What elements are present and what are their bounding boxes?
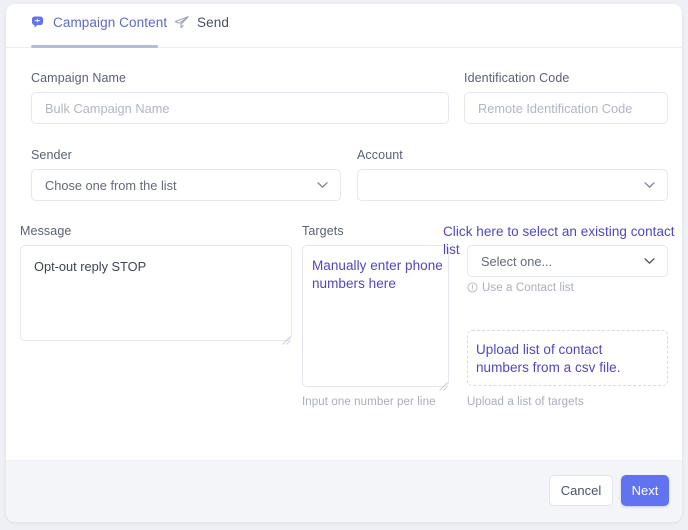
- targets-helper-text: Input one number per line: [302, 396, 436, 408]
- contact-list-select-value: Select one...: [481, 253, 553, 269]
- cancel-button[interactable]: Cancel: [549, 475, 613, 506]
- tab-campaign-content-label: Campaign Content: [53, 15, 168, 30]
- message-textarea[interactable]: [20, 245, 292, 341]
- campaign-card: Campaign Content Send Campaign Name Iden…: [6, 4, 682, 522]
- contact-list-select[interactable]: Select one...: [467, 245, 668, 277]
- next-button[interactable]: Next: [621, 475, 669, 506]
- targets-annotation: Manually enter phone numbers here: [312, 258, 443, 292]
- card-footer: Cancel Next: [6, 460, 682, 522]
- tab-send-label: Send: [197, 15, 229, 30]
- campaign-name-label: Campaign Name: [31, 71, 127, 85]
- chat-bubble-icon: [31, 15, 46, 30]
- targets-label: Targets: [302, 224, 344, 238]
- form-body: Campaign Name Identification Code Sender…: [6, 48, 682, 460]
- chevron-down-icon: [644, 258, 655, 265]
- info-circle-icon: [467, 282, 478, 293]
- account-select[interactable]: [357, 169, 668, 201]
- contact-list-helper-text: Use a Contact list: [482, 282, 574, 294]
- sender-select[interactable]: Chose one from the list: [31, 169, 341, 201]
- identification-code-label: Identification Code: [464, 71, 570, 85]
- chevron-down-icon: [317, 182, 328, 189]
- tab-bar: Campaign Content Send: [6, 4, 682, 48]
- chevron-down-icon: [644, 182, 655, 189]
- tab-campaign-content[interactable]: Campaign Content: [31, 15, 167, 30]
- page-background: Campaign Content Send Campaign Name Iden…: [0, 0, 688, 530]
- paper-plane-icon: [174, 15, 190, 30]
- tab-send[interactable]: Send: [174, 15, 229, 30]
- campaign-name-input[interactable]: [31, 92, 449, 124]
- identification-code-input[interactable]: [464, 92, 668, 124]
- message-label: Message: [20, 224, 72, 238]
- sender-label: Sender: [31, 148, 72, 162]
- account-label: Account: [357, 148, 403, 162]
- upload-annotation: Upload list of contact numbers from a cs…: [476, 342, 621, 376]
- sender-select-value: Chose one from the list: [45, 177, 177, 193]
- upload-helper-text: Upload a list of targets: [467, 396, 584, 408]
